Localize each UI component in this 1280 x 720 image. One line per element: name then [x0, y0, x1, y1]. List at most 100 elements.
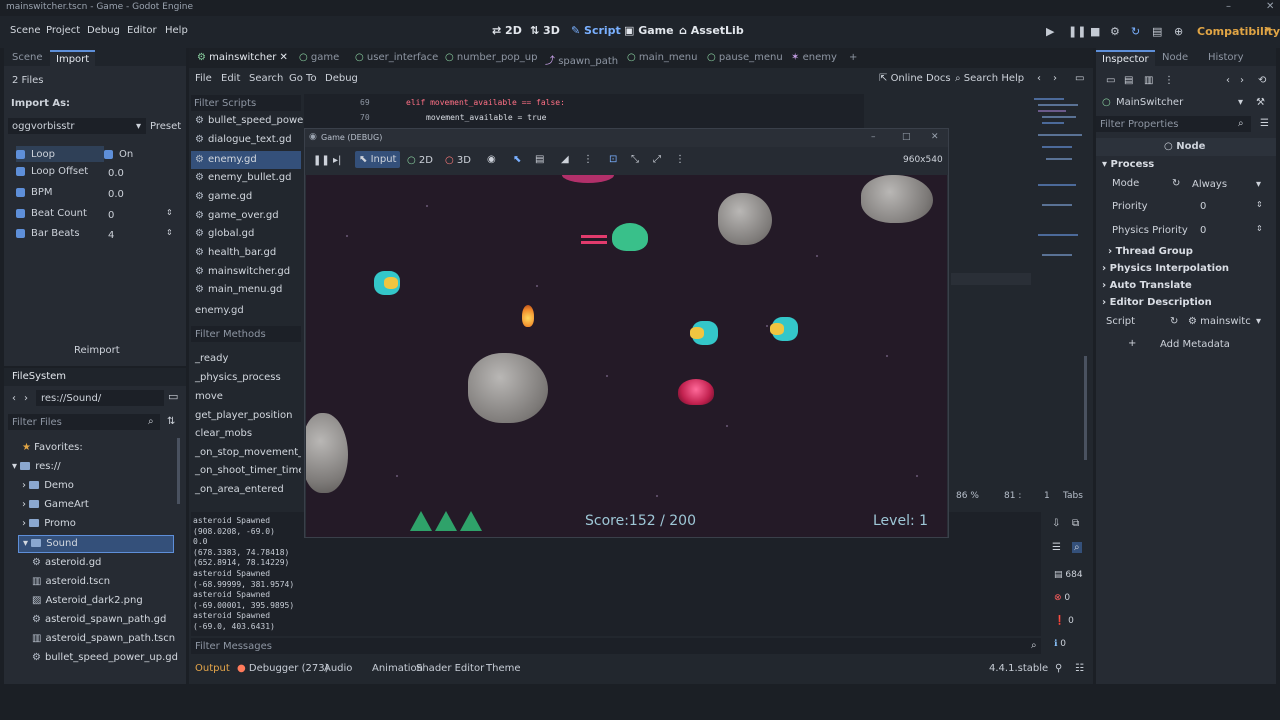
keep-aspect-icon[interactable]: ⤡ [631, 154, 639, 165]
clear-icon[interactable]: ⇩ [1052, 518, 1060, 529]
section-thread-group[interactable]: › Thread Group [1108, 246, 1193, 257]
sort-icon[interactable]: ⇅ [167, 416, 175, 427]
script-value[interactable]: ⚙ mainswitc [1188, 316, 1251, 327]
bar-beats-value[interactable]: 4 [108, 230, 114, 241]
tab-theme[interactable]: Theme [486, 663, 521, 674]
zoom-level[interactable]: 86 % [956, 491, 979, 501]
close-icon[interactable]: ✕ [1266, 1, 1274, 12]
forward-icon[interactable]: › [1053, 73, 1057, 84]
method-item[interactable]: get_player_position [195, 410, 292, 421]
online-docs-button[interactable]: ⇱ Online Docs [879, 73, 951, 84]
split-view-icon[interactable]: ▭ [168, 390, 178, 403]
chevron-down-icon[interactable]: ▾ [1238, 97, 1243, 108]
preset-button[interactable]: Preset [150, 121, 181, 132]
path-field[interactable]: res://Sound/ [36, 390, 164, 406]
checkbox-icon[interactable] [16, 149, 25, 159]
menu-project[interactable]: Project [46, 25, 80, 36]
file-item[interactable]: ▥ asteroid_spawn_path.tscn [32, 633, 175, 644]
script-item[interactable]: ⚙ game.gd [195, 191, 252, 202]
script-item[interactable]: ⚙ global.gd [195, 228, 254, 239]
tab-user-interface[interactable]: ○ user_interface [355, 52, 438, 63]
script-item[interactable]: ⚙ game_over.gd [195, 210, 279, 221]
more-icon[interactable]: ⋮ [675, 154, 685, 165]
method-item[interactable]: clear_mobs [195, 428, 252, 439]
remote-debug-icon[interactable]: ⚙ [1110, 25, 1120, 38]
script-item-selected[interactable]: ⚙ enemy.gd [191, 151, 301, 169]
filter-options-icon[interactable]: ☰ [1260, 118, 1269, 129]
chevron-down-icon[interactable]: ▾ [1256, 316, 1261, 327]
priority-value[interactable]: 0 [1200, 201, 1206, 212]
undock-icon[interactable]: ▭ [1075, 73, 1084, 84]
checkbox-icon[interactable] [16, 167, 25, 176]
play-icon[interactable]: ▶ [1046, 25, 1054, 38]
tab-inspector[interactable]: Inspector [1096, 50, 1155, 67]
physics-priority-value[interactable]: 0 [1200, 225, 1206, 236]
code-minimap[interactable] [1030, 94, 1086, 284]
filter-files-input[interactable]: Filter Files ⌕ [8, 414, 160, 430]
method-item[interactable]: _on_stop_movement_tim [195, 447, 301, 458]
warning-count[interactable]: ❗ 0 [1054, 616, 1074, 626]
filter-properties-input[interactable]: Filter Properties ⌕ [1096, 116, 1251, 132]
tab-number-pop-up[interactable]: ○ number_pop_up [445, 52, 537, 63]
method-item[interactable]: _on_area_entered [195, 484, 284, 495]
tab-pause-menu[interactable]: ○ pause_menu [707, 52, 783, 63]
minimize-icon[interactable]: – [1226, 1, 1231, 12]
reload-icon[interactable]: ↻ [1172, 178, 1180, 189]
fixed-size-icon[interactable]: ⊡ [609, 154, 617, 165]
section-process[interactable]: ▾ Process [1102, 159, 1154, 170]
back-icon[interactable]: ‹ [12, 393, 16, 404]
tab-output[interactable]: Output [195, 663, 230, 674]
favorites-item[interactable]: ★ Favorites: [22, 442, 83, 453]
visibility-icon[interactable]: ◉ [487, 154, 496, 165]
workspace-script[interactable]: ✎ Script [571, 24, 621, 37]
method-item[interactable]: _on_shoot_timer_timeou [195, 465, 301, 476]
editor-menu-goto[interactable]: Go To [289, 73, 317, 84]
checkbox-icon[interactable] [16, 188, 25, 197]
tab-import[interactable]: Import [50, 50, 96, 67]
search-help-button[interactable]: ⌕ Search Help [955, 73, 1024, 84]
pin-icon[interactable]: ⚲ [1055, 663, 1062, 674]
editor-menu-debug[interactable]: Debug [325, 73, 358, 84]
tab-scene[interactable]: Scene [6, 50, 49, 65]
2d-mode-button[interactable]: ○ 2D [407, 155, 433, 166]
file-item[interactable]: ⚙ bullet_speed_power_up.gd [32, 652, 178, 663]
workspace-2d[interactable]: ⇄ 2D [492, 24, 522, 37]
3d-mode-button[interactable]: ○ 3D [445, 155, 471, 166]
input-mode-button[interactable]: ⬉ Input [355, 151, 401, 168]
bpm-value[interactable]: 0.0 [108, 189, 124, 200]
add-metadata-button[interactable]: Add Metadata [1160, 339, 1230, 350]
add-tab-icon[interactable]: + [849, 52, 857, 63]
game-viewport[interactable]: Score:152 / 200 Level: 1 [306, 175, 947, 537]
editor-menu-search[interactable]: Search [249, 73, 283, 84]
collapse-icon[interactable]: ☰ [1052, 542, 1061, 553]
method-item[interactable]: move [195, 391, 223, 402]
forward-icon[interactable]: › [1240, 75, 1244, 86]
inspected-object[interactable]: MainSwitcher [1116, 97, 1183, 108]
close-icon[interactable]: ✕ [931, 132, 939, 142]
filter-messages-input[interactable]: Filter Messages ⌕ [191, 638, 1041, 654]
history-icon[interactable]: ⟲ [1258, 75, 1266, 86]
section-auto-translate[interactable]: › Auto Translate [1102, 280, 1192, 291]
menu-scene[interactable]: Scene [10, 25, 41, 36]
spinner-icon[interactable]: ⇕ [1256, 224, 1263, 233]
menu-debug[interactable]: Debug [87, 25, 120, 36]
minimize-icon[interactable]: – [871, 132, 876, 142]
chevron-down-icon[interactable]: ▾ [1256, 179, 1261, 190]
tab-node[interactable]: Node [1156, 50, 1194, 65]
tab-main-menu[interactable]: ○ main_menu [627, 52, 697, 63]
filter-scripts-input[interactable]: Filter Scripts ⌕ [191, 95, 317, 111]
next-frame-icon[interactable]: ▸| [333, 155, 341, 166]
script-item[interactable]: ⚙ enemy_bullet.gd [195, 172, 291, 183]
menu-help[interactable]: Help [165, 25, 188, 36]
workspace-assetlib[interactable]: ⌂ AssetLib [679, 24, 744, 37]
list-icon[interactable]: ▤ [535, 154, 544, 165]
tab-enemy[interactable]: ✶ enemy [791, 52, 837, 63]
plus-icon[interactable]: + [1128, 338, 1136, 349]
loop-offset-value[interactable]: 0.0 [108, 168, 124, 179]
chevron-down-icon[interactable]: ▾ [1265, 25, 1270, 35]
tab-game[interactable]: ○ game [299, 52, 339, 63]
new-resource-icon[interactable]: ▭ [1106, 75, 1115, 86]
editor-menu-file[interactable]: File [195, 73, 212, 84]
spinner-icon[interactable]: ⇕ [166, 228, 173, 237]
save-icon[interactable]: ▥ [1144, 75, 1153, 86]
